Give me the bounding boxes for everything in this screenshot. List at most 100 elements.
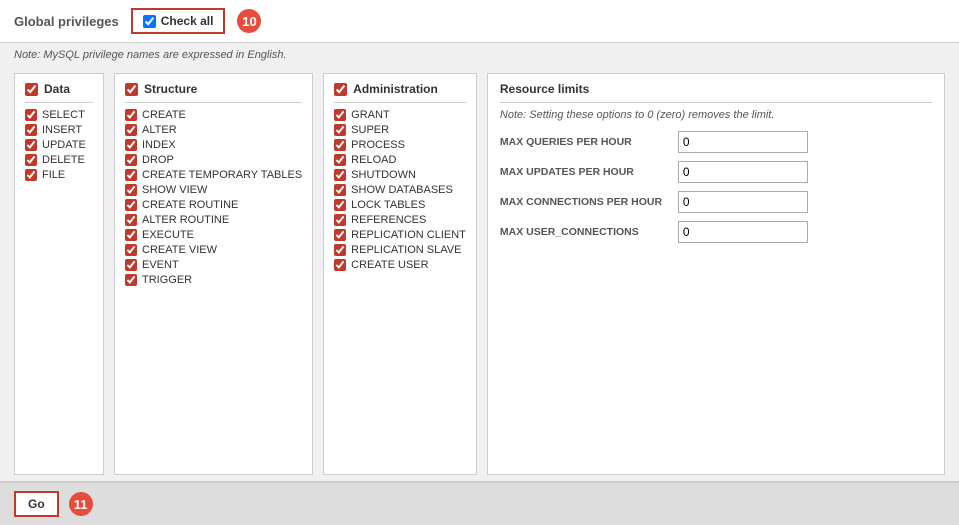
delete-label: DELETE [42,154,85,166]
go-button[interactable]: Go [14,491,59,517]
reload-label: RELOAD [351,154,396,166]
max-connections-input[interactable] [678,191,808,213]
lock-tables-label: LOCK TABLES [351,199,425,211]
structure-group: Structure CREATE ALTER INDEX DROP CREATE… [114,73,313,475]
alter-routine-label: ALTER ROUTINE [142,214,229,226]
replication-client-checkbox[interactable] [334,229,346,241]
process-label: PROCESS [351,139,405,151]
create-temp-checkbox[interactable] [125,169,137,181]
create-view-checkbox[interactable] [125,244,137,256]
event-label: EVENT [142,259,179,271]
list-item: REFERENCES [334,214,466,226]
reload-checkbox[interactable] [334,154,346,166]
update-label: UPDATE [42,139,86,151]
max-updates-input[interactable] [678,161,808,183]
process-checkbox[interactable] [334,139,346,151]
max-queries-input[interactable] [678,131,808,153]
resource-limits-note: Note: Setting these options to 0 (zero) … [500,109,932,121]
drop-checkbox[interactable] [125,154,137,166]
select-checkbox[interactable] [25,109,37,121]
administration-group-checkbox[interactable] [334,83,347,96]
alter-routine-checkbox[interactable] [125,214,137,226]
list-item: CREATE VIEW [125,244,302,256]
event-checkbox[interactable] [125,259,137,271]
create-checkbox[interactable] [125,109,137,121]
execute-checkbox[interactable] [125,229,137,241]
select-label: SELECT [42,109,85,121]
list-item: EXECUTE [125,229,302,241]
list-item: INDEX [125,139,302,151]
list-item: CREATE [125,109,302,121]
structure-group-header: Structure [125,82,302,103]
data-group-header: Data [25,82,93,103]
list-item: UPDATE [25,139,93,151]
administration-group: Administration GRANT SUPER PROCESS RELOA… [323,73,477,475]
max-user-connections-label: MAX USER_CONNECTIONS [500,226,670,238]
administration-group-header: Administration [334,82,466,103]
show-databases-checkbox[interactable] [334,184,346,196]
alter-checkbox[interactable] [125,124,137,136]
administration-group-label: Administration [353,82,438,96]
list-item: FILE [25,169,93,181]
file-checkbox[interactable] [25,169,37,181]
show-view-checkbox[interactable] [125,184,137,196]
index-checkbox[interactable] [125,139,137,151]
shutdown-label: SHUTDOWN [351,169,416,181]
check-all-checkbox[interactable] [143,15,156,28]
list-item: RELOAD [334,154,466,166]
list-item: REPLICATION CLIENT [334,229,466,241]
references-checkbox[interactable] [334,214,346,226]
replication-slave-checkbox[interactable] [334,244,346,256]
list-item: SHOW VIEW [125,184,302,196]
list-item: CREATE USER [334,259,466,271]
structure-group-checkbox[interactable] [125,83,138,96]
list-item: INSERT [25,124,93,136]
index-label: INDEX [142,139,176,151]
create-routine-checkbox[interactable] [125,199,137,211]
create-temp-label: CREATE TEMPORARY TABLES [142,169,302,181]
check-all-button[interactable]: Check all [131,8,226,34]
create-view-label: CREATE VIEW [142,244,217,256]
list-item: EVENT [125,259,302,271]
max-queries-row: MAX QUERIES PER HOUR [500,131,932,153]
max-updates-label: MAX UPDATES PER HOUR [500,166,670,178]
create-user-checkbox[interactable] [334,259,346,271]
shutdown-checkbox[interactable] [334,169,346,181]
references-label: REFERENCES [351,214,426,226]
resource-limits-title: Resource limits [500,82,932,103]
data-group-checkbox[interactable] [25,83,38,96]
data-group-label: Data [44,82,70,96]
note-bar: Note: MySQL privilege names are expresse… [0,43,959,67]
list-item: ALTER [125,124,302,136]
structure-group-label: Structure [144,82,197,96]
update-checkbox[interactable] [25,139,37,151]
max-updates-row: MAX UPDATES PER HOUR [500,161,932,183]
max-queries-label: MAX QUERIES PER HOUR [500,136,670,148]
create-routine-label: CREATE ROUTINE [142,199,238,211]
main-container: Global privileges Check all 10 Note: MyS… [0,0,959,525]
list-item: SHUTDOWN [334,169,466,181]
max-user-connections-input[interactable] [678,221,808,243]
lock-tables-checkbox[interactable] [334,199,346,211]
list-item: TRIGGER [125,274,302,286]
insert-label: INSERT [42,124,82,136]
execute-label: EXECUTE [142,229,194,241]
replication-slave-label: REPLICATION SLAVE [351,244,461,256]
replication-client-label: REPLICATION CLIENT [351,229,466,241]
max-user-connections-row: MAX USER_CONNECTIONS [500,221,932,243]
badge-11: 11 [69,492,93,516]
list-item: SUPER [334,124,466,136]
delete-checkbox[interactable] [25,154,37,166]
drop-label: DROP [142,154,174,166]
trigger-checkbox[interactable] [125,274,137,286]
file-label: FILE [42,169,65,181]
super-checkbox[interactable] [334,124,346,136]
global-privileges-title: Global privileges [14,14,119,29]
insert-checkbox[interactable] [25,124,37,136]
list-item: CREATE ROUTINE [125,199,302,211]
footer-bar: Go 11 [0,481,959,525]
list-item: LOCK TABLES [334,199,466,211]
grant-checkbox[interactable] [334,109,346,121]
resource-limits-box: Resource limits Note: Setting these opti… [487,73,945,475]
super-label: SUPER [351,124,389,136]
